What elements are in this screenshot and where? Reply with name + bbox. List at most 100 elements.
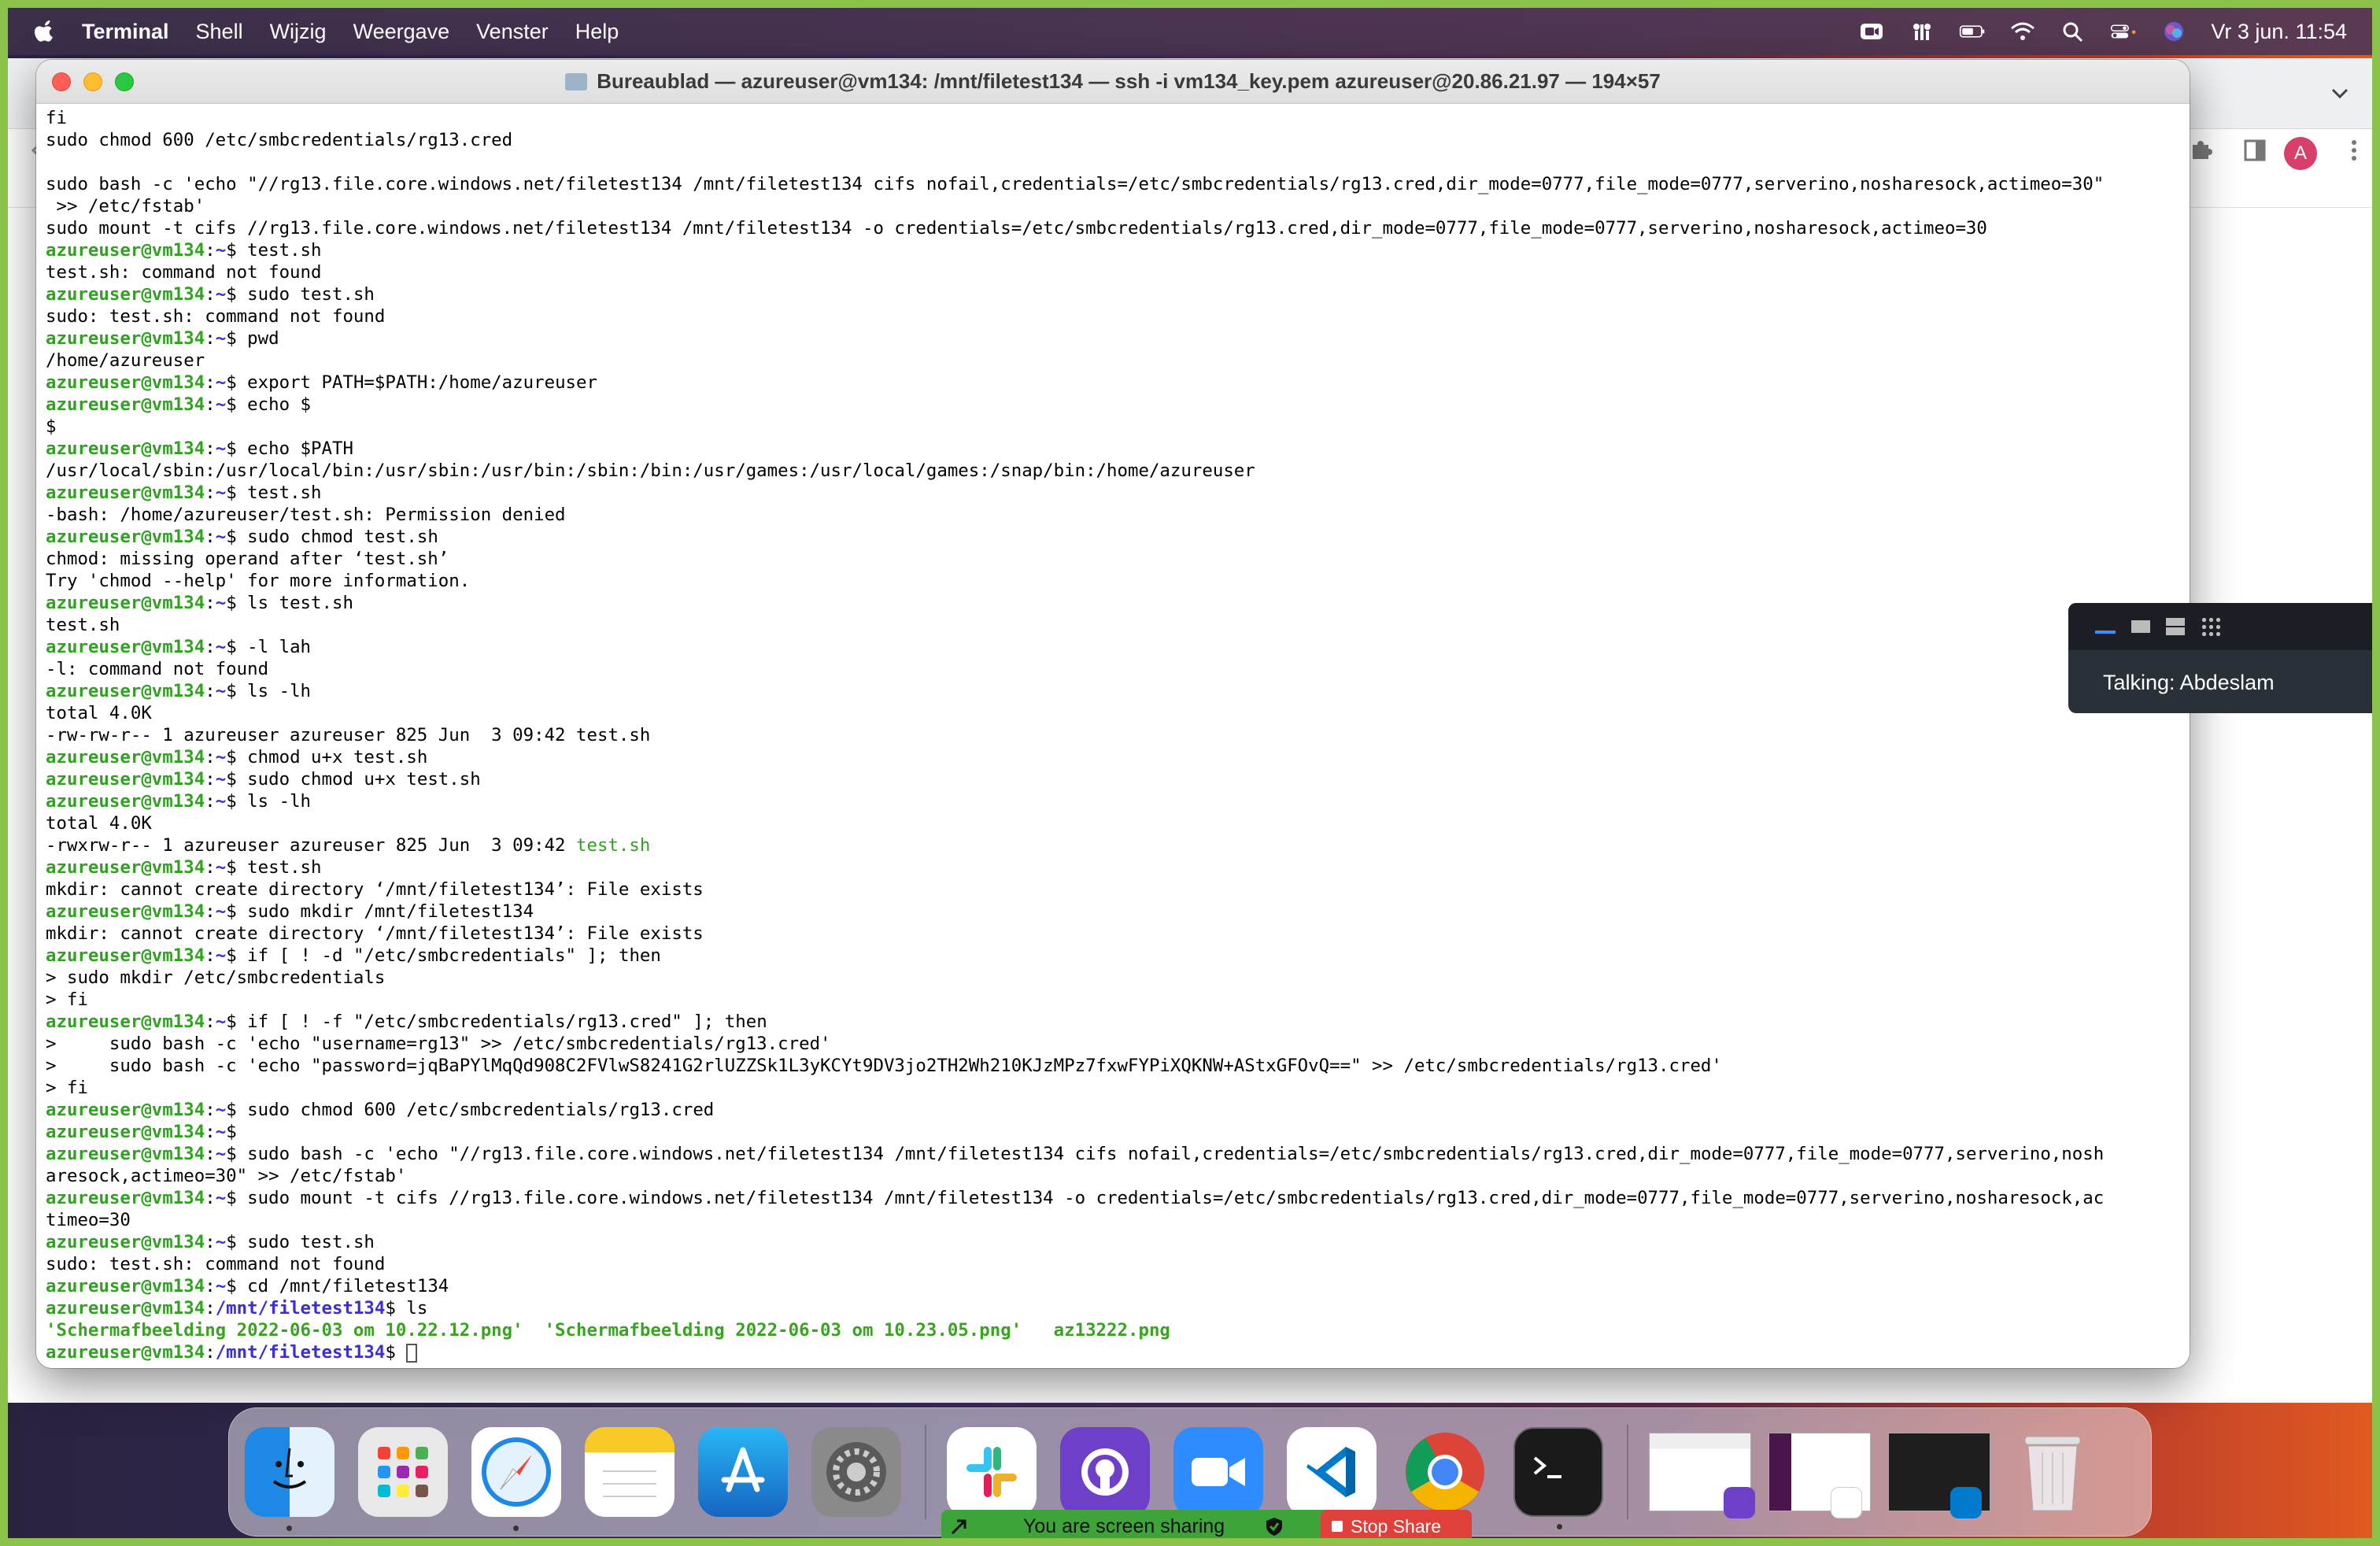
output-text: -bash: /home/azureuser/test.sh: Permissi… xyxy=(46,505,566,525)
output-text: > fi xyxy=(46,1078,88,1098)
finder-icon[interactable] xyxy=(245,1427,334,1531)
zoom-video-panel[interactable]: Talking: Abdeslam xyxy=(2068,603,2372,713)
terminal-line: test.sh xyxy=(46,614,2190,636)
prompt-separator: : xyxy=(205,1144,216,1164)
speaker-layout-icon[interactable] xyxy=(2131,620,2150,633)
output-text: > sudo mkdir /etc/smbcredentials xyxy=(46,967,386,988)
launchpad-icon[interactable] xyxy=(358,1427,448,1517)
prompt-separator: : xyxy=(205,284,216,305)
output-text: >> /etc/fstab' xyxy=(46,196,205,216)
prompt-symbol: $ xyxy=(226,1144,237,1164)
prompt-separator: : xyxy=(205,1298,216,1319)
vscode-icon xyxy=(1950,1487,1982,1518)
command-text: test.sh xyxy=(236,857,322,878)
terminal-line: > sudo bash -c 'echo "password=jqBaPYlMq… xyxy=(46,1055,2190,1077)
command-text: -l lah xyxy=(236,637,312,657)
app-store-icon[interactable] xyxy=(698,1427,788,1517)
terminal-line: sudo chmod 600 /etc/smbcredentials/rg13.… xyxy=(46,129,2190,151)
menu-bar-clock[interactable]: Vr 3 jun. 11:54 xyxy=(2211,20,2347,44)
prompt-path: ~ xyxy=(215,791,227,812)
macos-menu-bar: Terminal Shell Wijzig Weergave Venster H… xyxy=(8,8,2372,55)
prompt-path: ~ xyxy=(215,527,227,547)
terminal-line: azureuser@vm134:~$ ls test.sh xyxy=(46,592,2190,614)
gallery-layout-icon[interactable] xyxy=(2201,616,2221,637)
more-menu-icon[interactable] xyxy=(2341,137,2367,164)
menu-shell[interactable]: Shell xyxy=(196,20,243,44)
terminal-line: -rw-rw-r-- 1 azureuser azureuser 825 Jun… xyxy=(46,724,2190,746)
terminal-line: $ xyxy=(46,416,2190,438)
minimize-window-button[interactable] xyxy=(83,72,102,91)
output-text: -rwxrw-r-- 1 azureuser azureuser 825 Jun… xyxy=(46,835,577,856)
terminal-icon[interactable] xyxy=(1513,1427,1603,1529)
terminal-line: azureuser@vm134:~$ sudo chmod 600 /etc/s… xyxy=(46,1099,2190,1121)
prompt-path: ~ xyxy=(215,681,227,701)
chrome-icon[interactable] xyxy=(1400,1427,1490,1531)
command-text: ls -lh xyxy=(236,791,312,812)
prompt-user: azureuser@vm134 xyxy=(46,769,205,790)
notes-icon[interactable] xyxy=(585,1427,674,1517)
output-text: -l: command not found xyxy=(46,659,269,679)
siri-icon[interactable] xyxy=(2160,20,2187,43)
close-window-button[interactable] xyxy=(52,72,71,91)
terminal-line: fi xyxy=(46,107,2190,129)
vscode-icon[interactable] xyxy=(1287,1427,1377,1517)
menu-help[interactable]: Help xyxy=(575,20,619,44)
terminal-output[interactable]: fi sudo chmod 600 /etc/smbcredentials/rg1… xyxy=(36,104,2190,1368)
minimize-layout-icon[interactable] xyxy=(2095,631,2116,634)
menu-weergave[interactable]: Weergave xyxy=(353,20,450,44)
terminal-title-bar[interactable]: Bureaublad — azureuser@vm134: /mnt/filet… xyxy=(36,60,2190,104)
terminal-line: azureuser@vm134:~$ sudo chmod test.sh xyxy=(46,526,2190,548)
minimized-window-slack[interactable] xyxy=(1768,1433,1871,1518)
terminal-line: azureuser@vm134:~$ sudo bash -c 'echo "/… xyxy=(46,1143,2190,1165)
apple-logo-icon[interactable] xyxy=(30,17,58,46)
prompt-separator: : xyxy=(205,1100,216,1120)
command-text: sudo chmod u+x test.sh xyxy=(236,769,481,790)
security-shield-icon[interactable] xyxy=(1264,1516,1284,1537)
airdrop-icon[interactable] xyxy=(1909,20,1935,43)
prompt-separator: : xyxy=(205,637,216,657)
executable-file-name: test.sh xyxy=(576,835,651,856)
minimized-window-github[interactable] xyxy=(1649,1433,1755,1518)
terminal-line: azureuser@vm134:~$ sudo mount -t cifs //… xyxy=(46,1187,2190,1209)
battery-icon[interactable] xyxy=(1959,20,1986,43)
terminal-title: Bureaublad — azureuser@vm134: /mnt/filet… xyxy=(597,69,1661,93)
control-center-icon[interactable] xyxy=(2110,20,2137,43)
prompt-separator: : xyxy=(205,901,216,922)
output-text: $ xyxy=(46,416,57,437)
wifi-icon[interactable] xyxy=(2009,20,2036,43)
prompt-symbol: $ xyxy=(226,240,237,261)
menu-wijzig[interactable]: Wijzig xyxy=(270,20,327,44)
prompt-symbol: $ xyxy=(226,747,237,767)
terminal-line: -rwxrw-r-- 1 azureuser azureuser 825 Jun… xyxy=(46,834,2190,856)
strip-layout-icon[interactable] xyxy=(2166,618,2185,635)
output-text: timeo=30 xyxy=(46,1210,131,1230)
safari-icon[interactable] xyxy=(471,1427,561,1531)
zoom-status-icon[interactable] xyxy=(1858,20,1885,43)
slack-icon[interactable] xyxy=(947,1427,1037,1517)
chevron-down-icon[interactable] xyxy=(2328,82,2352,105)
github-desktop-icon[interactable] xyxy=(1060,1427,1150,1517)
terminal-line: azureuser@vm134:~$ test.sh xyxy=(46,239,2190,261)
spotlight-search-icon[interactable] xyxy=(2060,20,2086,43)
output-text: sudo: test.sh: command not found xyxy=(46,1254,386,1274)
prompt-symbol: $ xyxy=(226,1012,237,1032)
minimized-window-vscode[interactable] xyxy=(1888,1433,1990,1518)
extensions-puzzle-icon[interactable] xyxy=(2188,137,2215,164)
prompt-separator: : xyxy=(205,747,216,767)
menu-app-terminal[interactable]: Terminal xyxy=(82,20,169,44)
terminal-line: azureuser@vm134:~$ if [ ! -d "/etc/smbcr… xyxy=(46,945,2190,967)
prompt-path: ~ xyxy=(215,1188,227,1208)
zoom-layout-toolbar xyxy=(2068,603,2372,650)
terminal-line: sudo mount -t cifs //rg13.file.core.wind… xyxy=(46,217,2190,239)
terminal-line: azureuser@vm134:~$ sudo test.sh xyxy=(46,283,2190,305)
stop-share-button[interactable]: Stop Share xyxy=(1321,1510,1472,1543)
prompt-path: ~ xyxy=(215,857,227,878)
profile-avatar[interactable]: A xyxy=(2284,137,2317,170)
menu-venster[interactable]: Venster xyxy=(476,20,549,44)
zoom-window-button[interactable] xyxy=(115,72,134,91)
side-panel-icon[interactable] xyxy=(2241,137,2268,164)
terminal-window[interactable]: Bureaublad — azureuser@vm134: /mnt/filet… xyxy=(36,60,2190,1368)
zoom-icon[interactable] xyxy=(1173,1427,1263,1531)
system-preferences-icon[interactable] xyxy=(811,1427,901,1517)
trash-icon[interactable] xyxy=(2008,1427,2097,1517)
